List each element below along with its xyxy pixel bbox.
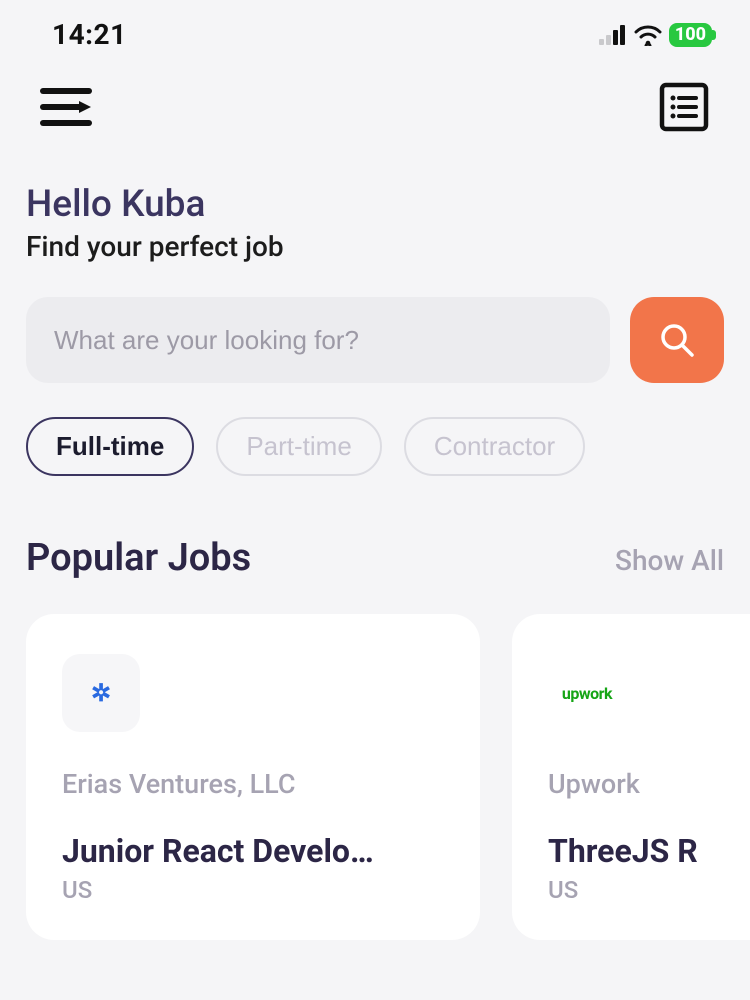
search-icon	[658, 321, 696, 359]
list-icon	[658, 81, 710, 133]
status-time: 14:21	[52, 18, 127, 51]
search-row	[0, 263, 750, 383]
list-button[interactable]	[656, 79, 712, 135]
filter-chip-part-time[interactable]: Part-time	[216, 417, 381, 476]
company-name: Erias Ventures, LLC	[62, 768, 444, 800]
filter-chip-full-time[interactable]: Full-time	[26, 417, 194, 476]
job-location: US	[62, 876, 444, 904]
job-location: US	[548, 876, 750, 904]
status-right: 100	[599, 23, 712, 47]
filter-chip-contractor[interactable]: Contractor	[404, 417, 585, 476]
search-button[interactable]	[630, 297, 724, 383]
popular-section-header: Popular Jobs Show All	[0, 476, 750, 580]
popular-cards-row[interactable]: ✲ Erias Ventures, LLC Junior React Devel…	[0, 580, 750, 940]
popular-title: Popular Jobs	[26, 536, 251, 580]
company-logo-icon: ✲	[62, 654, 140, 732]
greeting-subtitle: Find your perfect job	[26, 230, 724, 263]
job-title: Junior React Develo…	[62, 832, 444, 870]
greeting-block: Hello Kuba Find your perfect job	[0, 135, 750, 263]
job-card[interactable]: ✲ Erias Ventures, LLC Junior React Devel…	[26, 614, 480, 940]
cellular-signal-icon	[599, 25, 627, 45]
company-name: Upwork	[548, 768, 750, 800]
show-all-link[interactable]: Show All	[615, 544, 724, 577]
status-bar: 14:21 100	[0, 0, 750, 61]
top-nav	[0, 61, 750, 135]
menu-button[interactable]	[38, 79, 94, 135]
greeting-hello: Hello Kuba	[26, 183, 724, 226]
wifi-icon	[634, 24, 662, 46]
battery-indicator: 100	[669, 23, 712, 47]
menu-icon	[39, 85, 93, 129]
filter-row: Full-time Part-time Contractor	[0, 383, 750, 476]
job-card[interactable]: upwork Upwork ThreeJS R US	[512, 614, 750, 940]
company-logo-icon: upwork	[548, 654, 626, 732]
job-title: ThreeJS R	[548, 832, 750, 870]
search-input[interactable]	[26, 297, 610, 383]
